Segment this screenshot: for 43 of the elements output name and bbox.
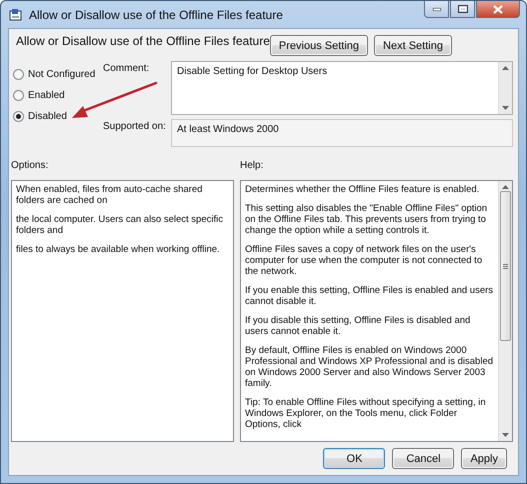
- radio-label[interactable]: Enabled: [28, 90, 65, 102]
- scroll-thumb[interactable]: [500, 191, 511, 342]
- radio-button[interactable]: [13, 69, 24, 80]
- scroll-down-icon: [502, 433, 509, 438]
- grip-icon: [503, 264, 508, 269]
- window-title: Allow or Disallow use of the Offline Files feature: [29, 8, 284, 22]
- supported-on-field: At least Windows 2000: [171, 119, 513, 148]
- scrollbar[interactable]: [498, 62, 512, 114]
- options-text: files to always be available when working offline.: [16, 244, 221, 256]
- help-label: Help:: [240, 159, 264, 172]
- previous-setting-button[interactable]: Previous Setting: [270, 35, 368, 56]
- help-text: If you enable this setting, Offline Files is enabled and users cannot disable it.: [245, 285, 494, 308]
- maximize-icon: [458, 5, 468, 13]
- apply-button[interactable]: Apply: [461, 448, 507, 470]
- help-text: Tip: To enable Offline Files without specifying a setting, in Windows Explorer, on the Tools menu, click Folder Options, click: [245, 397, 487, 430]
- radio-button[interactable]: [13, 90, 24, 102]
- supported-on-label: Supported on:: [103, 120, 167, 132]
- help-text: This setting also disables the "Enable Offline Files" option on the Offline Files tab. This prevents users from trying to change the option while a setting controls it.: [245, 203, 488, 236]
- scrollbar[interactable]: [498, 181, 512, 442]
- next-setting-button[interactable]: Next Setting: [374, 35, 452, 56]
- help-text: By default, Offline Files is enabled on Windows 2000 Professional and Windows XP Professional and is disabled on Windows 2000 Server and also Windows Server 2003 family.: [245, 345, 494, 390]
- app-icon: [9, 8, 23, 22]
- comment-field[interactable]: Disable Setting for Desktop Users: [171, 61, 513, 116]
- scroll-up-icon: [502, 66, 509, 70]
- close-icon: [493, 4, 503, 14]
- radio-button[interactable]: [13, 111, 24, 122]
- options-label: Options:: [11, 159, 50, 172]
- ok-button[interactable]: OK: [323, 448, 386, 470]
- help-text: Determines whether the Offline Files feature is enabled.: [245, 184, 480, 196]
- minimize-icon: [432, 8, 440, 10]
- radio-label[interactable]: Disabled: [28, 111, 67, 122]
- cancel-button[interactable]: Cancel: [392, 448, 454, 470]
- scroll-down-icon: [502, 106, 509, 110]
- comment-label: Comment:: [103, 62, 150, 74]
- close-button[interactable]: [476, 1, 520, 18]
- options-text: the local computer. Users can also select specific folders and: [16, 214, 224, 236]
- help-text: Offline Files saves a copy of network files on the user's computer for use when the computer is not connected to the network.: [245, 244, 484, 278]
- radio-label[interactable]: Not Configured: [28, 69, 96, 80]
- help-text: If you disable this setting, Offline Files is disabled and users cannot enable it.: [245, 315, 472, 338]
- options-text: When enabled, files from auto-cache shared folders are cached on: [16, 184, 204, 206]
- maximize-button[interactable]: [450, 1, 475, 18]
- minimize-button[interactable]: [424, 1, 449, 18]
- setting-title: Allow or Disallow use of the Offline Files feature: [16, 34, 270, 48]
